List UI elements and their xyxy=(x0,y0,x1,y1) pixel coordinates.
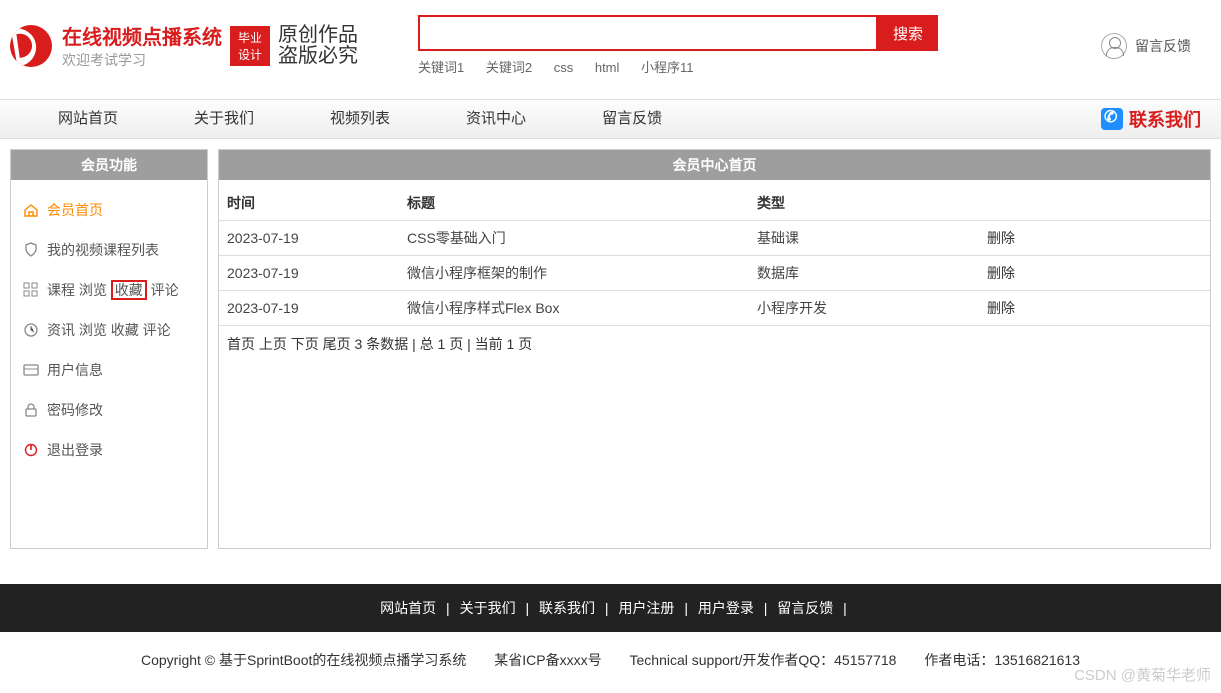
sidebar-item-label: 会员首页 xyxy=(47,200,103,220)
sidebar-item-label: 用户信息 xyxy=(47,360,103,380)
table-row: 2023-07-19微信小程序框架的制作数据库删除 xyxy=(219,256,1210,291)
table-header-row: 时间 标题 类型 xyxy=(219,186,1210,221)
cell-type: 小程序开发 xyxy=(749,291,979,326)
navbar: 网站首页 关于我们 视频列表 资讯中心 留言反馈 联系我们 xyxy=(0,99,1221,139)
card-icon xyxy=(23,362,39,378)
sidebar-item-label: 退出登录 xyxy=(47,440,103,460)
sidebar-item-logout[interactable]: 退出登录 xyxy=(19,430,199,470)
nav-video[interactable]: 视频列表 xyxy=(292,99,428,139)
search-area: 搜索 关键词1 关键词2 css html 小程序11 xyxy=(418,15,938,76)
col-action xyxy=(979,186,1210,221)
cell-title: 微信小程序样式Flex Box xyxy=(399,291,749,326)
search-button[interactable]: 搜索 xyxy=(878,15,938,51)
keyword-link[interactable]: 关键词2 xyxy=(486,60,532,75)
cell-title: CSS零基础入门 xyxy=(399,221,749,256)
keyword-link[interactable]: 小程序11 xyxy=(641,60,694,75)
pagination[interactable]: 首页 上页 下页 尾页 3 条数据 | 总 1 页 | 当前 1 页 xyxy=(219,326,1210,362)
sidebar-list: 会员首页 我的视频课程列表 课程 浏览 收藏 评论 资讯 浏览 收藏 评论 用户… xyxy=(11,180,207,480)
tech-support: Technical support/开发作者QQ：45157718 xyxy=(630,652,897,668)
site-subtitle: 欢迎考试学习 xyxy=(62,50,222,70)
nav-news[interactable]: 资讯中心 xyxy=(428,99,564,139)
sidebar-title: 会员功能 xyxy=(11,150,207,180)
content-title: 会员中心首页 xyxy=(219,150,1210,180)
watermark: CSDN @黄菊华老师 xyxy=(1074,664,1211,685)
cell-time: 2023-07-19 xyxy=(219,221,399,256)
sidebar: 会员功能 会员首页 我的视频课程列表 课程 浏览 收藏 评论 资讯 浏览 收藏 … xyxy=(10,149,208,549)
search-input[interactable] xyxy=(418,15,878,51)
col-type: 类型 xyxy=(749,186,979,221)
delete-link[interactable]: 删除 xyxy=(987,265,1015,281)
home-icon xyxy=(23,202,39,218)
contact-us[interactable]: 联系我们 xyxy=(1101,106,1201,132)
person-icon xyxy=(1101,33,1127,59)
sidebar-item-label: 我的视频课程列表 xyxy=(47,240,159,260)
author-phone: 作者电话：13516821613 xyxy=(924,652,1080,668)
nav-home[interactable]: 网站首页 xyxy=(20,99,156,139)
col-time: 时间 xyxy=(219,186,399,221)
badge-line2: 设计 xyxy=(238,46,262,63)
keyword-link[interactable]: html xyxy=(595,60,620,75)
copyright: Copyright © 基于SprintBoot的在线视频点播学习系统 xyxy=(141,652,466,668)
footer-link[interactable]: 网站首页 xyxy=(380,600,436,616)
search-box: 搜索 xyxy=(418,15,938,51)
contact-label: 联系我们 xyxy=(1129,106,1201,132)
keyword-link[interactable]: 关键词1 xyxy=(418,60,464,75)
lock-icon xyxy=(23,402,39,418)
sidebar-item-course[interactable]: 课程 浏览 收藏 评论 xyxy=(19,270,199,310)
main: 会员功能 会员首页 我的视频课程列表 课程 浏览 收藏 评论 资讯 浏览 收藏 … xyxy=(0,139,1221,559)
sidebar-item-videos[interactable]: 我的视频课程列表 xyxy=(19,230,199,270)
footer-link[interactable]: 用户注册 xyxy=(618,600,674,616)
footer-link[interactable]: 用户登录 xyxy=(698,600,754,616)
delete-link[interactable]: 删除 xyxy=(987,300,1015,316)
footer-info: Copyright © 基于SprintBoot的在线视频点播学习系统 某省IC… xyxy=(0,632,1221,688)
slogan: 原创作品 盗版必究 xyxy=(278,25,358,67)
nav-about[interactable]: 关于我们 xyxy=(156,99,292,139)
keyword-link[interactable]: css xyxy=(554,60,574,75)
grid-icon xyxy=(23,282,39,298)
data-table: 时间 标题 类型 2023-07-19CSS零基础入门基础课删除2023-07-… xyxy=(219,186,1210,326)
footer-link[interactable]: 联系我们 xyxy=(539,600,595,616)
footer-link[interactable]: 关于我们 xyxy=(460,600,516,616)
feedback-label: 留言反馈 xyxy=(1135,36,1191,56)
feedback-link[interactable]: 留言反馈 xyxy=(1101,33,1211,59)
badge: 毕业 设计 xyxy=(230,26,270,66)
shield-icon xyxy=(23,242,39,258)
cell-type: 数据库 xyxy=(749,256,979,291)
table-row: 2023-07-19微信小程序样式Flex Box小程序开发删除 xyxy=(219,291,1210,326)
cell-time: 2023-07-19 xyxy=(219,291,399,326)
highlight-box: 收藏 xyxy=(111,280,147,300)
phone-icon xyxy=(1101,108,1123,130)
logo-icon xyxy=(10,25,52,67)
slogan-line2: 盗版必究 xyxy=(278,46,358,67)
col-title: 标题 xyxy=(399,186,749,221)
logo-area: 在线视频点播系统 欢迎考试学习 毕业 设计 原创作品 盗版必究 xyxy=(10,21,358,70)
clock-icon xyxy=(23,322,39,338)
sidebar-item-userinfo[interactable]: 用户信息 xyxy=(19,350,199,390)
footer-link[interactable]: 留言反馈 xyxy=(777,600,833,616)
sidebar-item-home[interactable]: 会员首页 xyxy=(19,190,199,230)
power-icon xyxy=(23,442,39,458)
table-row: 2023-07-19CSS零基础入门基础课删除 xyxy=(219,221,1210,256)
nav-feedback[interactable]: 留言反馈 xyxy=(564,99,700,139)
slogan-line1: 原创作品 xyxy=(278,25,358,46)
sidebar-item-label: 资讯 浏览 收藏 评论 xyxy=(47,320,171,340)
sidebar-item-news[interactable]: 资讯 浏览 收藏 评论 xyxy=(19,310,199,350)
keyword-list: 关键词1 关键词2 css html 小程序11 xyxy=(418,57,938,76)
header: 在线视频点播系统 欢迎考试学习 毕业 设计 原创作品 盗版必究 搜索 关键词1 … xyxy=(0,0,1221,81)
content-panel: 会员中心首页 时间 标题 类型 2023-07-19CSS零基础入门基础课删除2… xyxy=(218,149,1211,549)
cell-title: 微信小程序框架的制作 xyxy=(399,256,749,291)
icp: 某省ICP备xxxx号 xyxy=(494,652,601,668)
cell-time: 2023-07-19 xyxy=(219,256,399,291)
delete-link[interactable]: 删除 xyxy=(987,230,1015,246)
site-title: 在线视频点播系统 xyxy=(62,21,222,50)
cell-type: 基础课 xyxy=(749,221,979,256)
sidebar-item-label: 课程 浏览 收藏 评论 xyxy=(47,280,179,300)
sidebar-item-password[interactable]: 密码修改 xyxy=(19,390,199,430)
logo-text: 在线视频点播系统 欢迎考试学习 xyxy=(62,21,222,70)
badge-line1: 毕业 xyxy=(238,29,262,46)
footer-nav: 网站首页 | 关于我们 | 联系我们 | 用户注册 | 用户登录 | 留言反馈 … xyxy=(0,584,1221,632)
sidebar-item-label: 密码修改 xyxy=(47,400,103,420)
